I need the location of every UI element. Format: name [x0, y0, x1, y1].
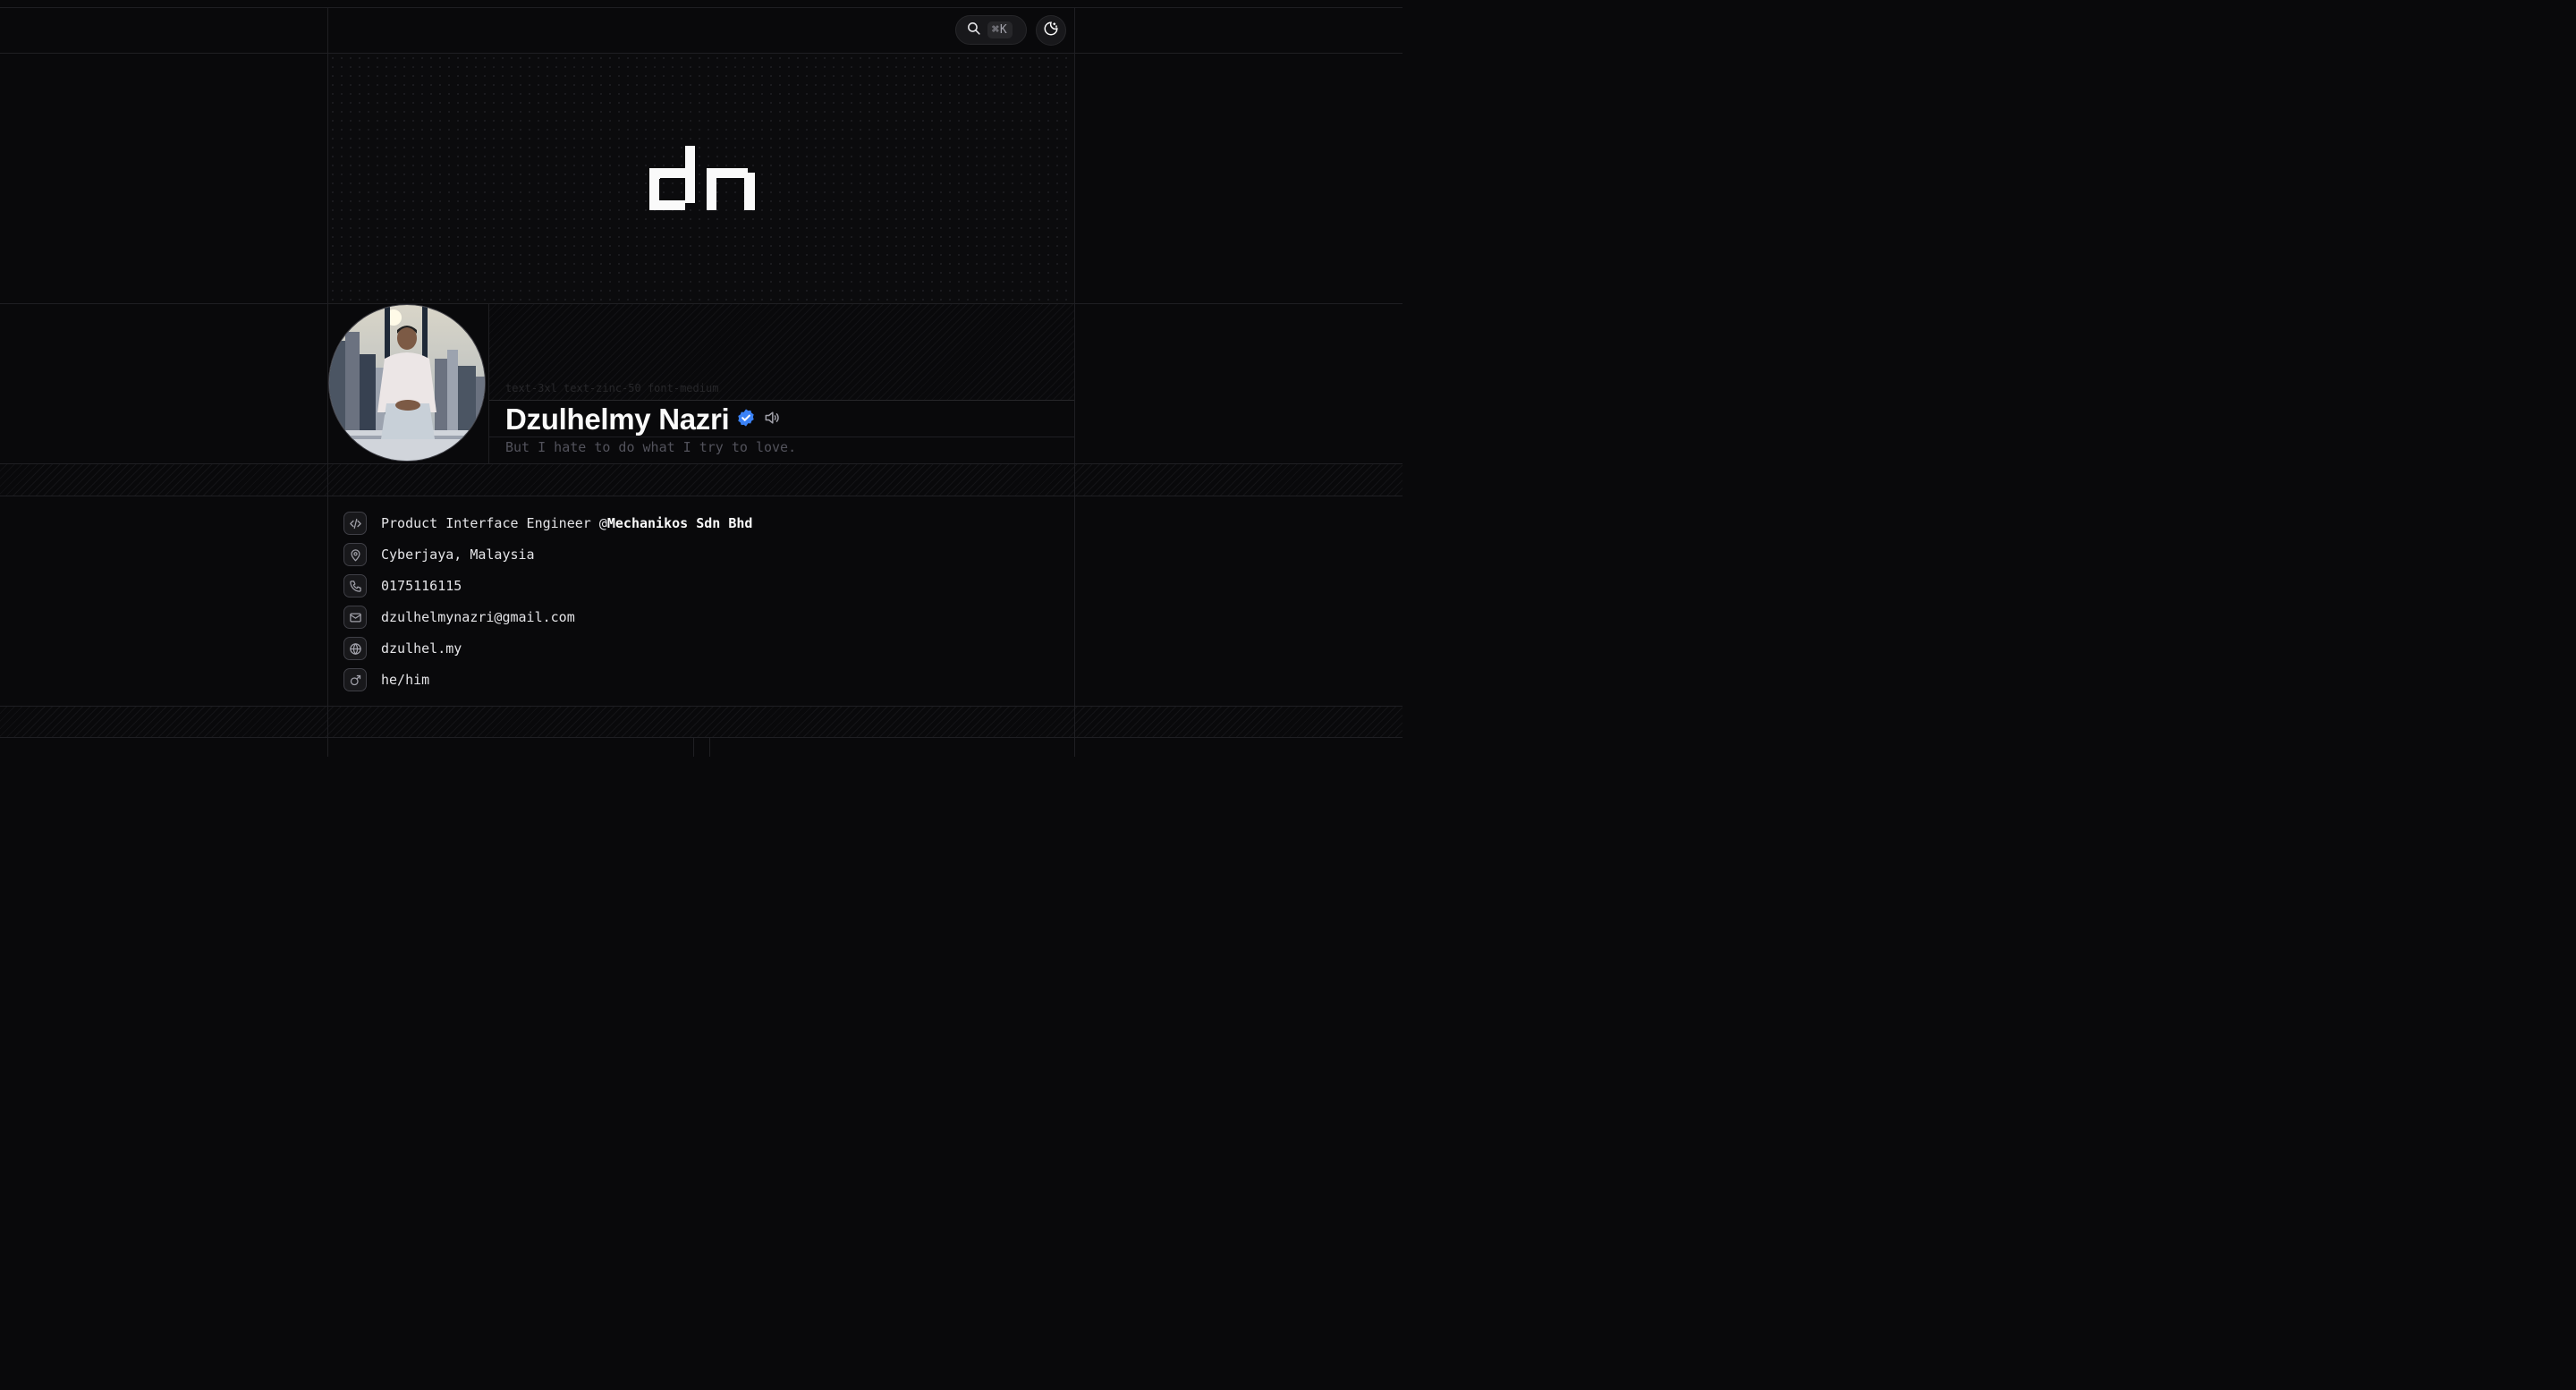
mars-icon — [343, 668, 367, 691]
info-item-phone: 0175116115 — [343, 574, 462, 598]
email-link[interactable]: dzulhelmynazri@gmail.com — [381, 609, 575, 625]
map-pin-icon — [343, 543, 367, 566]
search-button[interactable]: ⌘K — [955, 15, 1027, 45]
pronouns-text: he/him — [381, 672, 430, 688]
info-item-email: dzulhelmynazri@gmail.com — [343, 606, 575, 629]
divider — [489, 400, 1074, 401]
info-item-job: Product Interface Engineer @Mechanikos S… — [343, 512, 752, 535]
divider — [709, 737, 710, 757]
name-row: Dzulhelmy Nazri — [505, 402, 781, 437]
logo — [649, 146, 755, 214]
moon-sun-icon — [1043, 21, 1059, 40]
location-text: Cyberjaya, Malaysia — [381, 547, 535, 563]
job-title: Product Interface Engineer @Mechanikos S… — [381, 515, 753, 531]
divider — [693, 737, 694, 757]
avatar-container — [328, 304, 487, 463]
globe-icon — [343, 637, 367, 660]
divider — [0, 706, 1402, 707]
divider — [0, 737, 1402, 738]
search-icon — [966, 21, 981, 39]
hatch-band — [0, 707, 1402, 737]
divider — [1074, 7, 1075, 757]
verified-badge-icon — [736, 408, 756, 431]
dn-logo-icon — [649, 146, 755, 210]
avatar[interactable] — [328, 304, 486, 462]
code-icon — [343, 512, 367, 535]
divider — [0, 463, 1402, 464]
phone-link[interactable]: 0175116115 — [381, 578, 462, 594]
search-shortcut: ⌘K — [987, 21, 1013, 38]
profile-tagline: But I hate to do what I try to love. — [505, 439, 797, 455]
company-link[interactable]: Mechanikos Sdn Bhd — [607, 515, 753, 531]
info-item-pronouns: he/him — [343, 668, 429, 691]
info-item-location: Cyberjaya, Malaysia — [343, 543, 535, 566]
website-link[interactable]: dzulhel.my — [381, 640, 462, 657]
info-item-website: dzulhel.my — [343, 637, 462, 660]
hatch-band — [0, 464, 1402, 496]
phone-icon — [343, 574, 367, 598]
speaker-icon[interactable] — [763, 409, 781, 430]
class-hint: text-3xl text-zinc-50 font-medium — [505, 382, 719, 394]
profile-name: Dzulhelmy Nazri — [505, 403, 730, 436]
mail-icon — [343, 606, 367, 629]
divider — [0, 7, 1402, 8]
theme-toggle-button[interactable] — [1036, 15, 1066, 46]
